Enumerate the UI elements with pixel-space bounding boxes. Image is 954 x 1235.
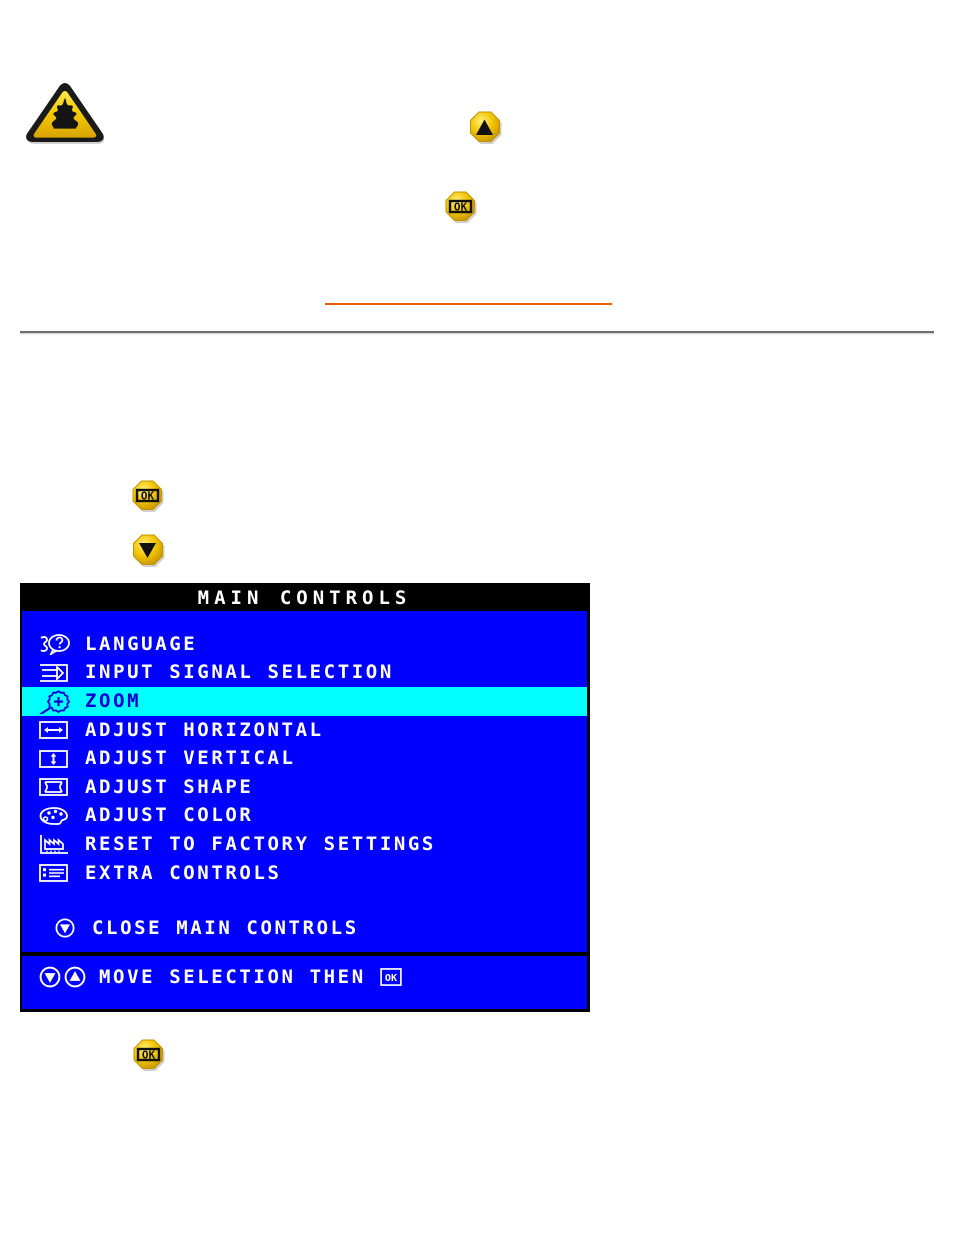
osd-item-label: ADJUST VERTICAL [85, 747, 296, 770]
osd-item-label: LANGUAGE [85, 632, 198, 655]
osd-item-adjust-color[interactable]: ADJUST COLOR [22, 802, 587, 831]
up-arrow-icon [64, 966, 86, 988]
up-arrow-button-icon[interactable] [467, 110, 503, 146]
ok-icon: OK [380, 967, 402, 987]
svg-text:OK: OK [454, 201, 468, 214]
osd-item-label: RESET TO FACTORY SETTINGS [85, 832, 436, 855]
svg-text:OK: OK [385, 973, 398, 984]
ok-button-icon[interactable]: OK [130, 479, 165, 514]
osd-item-label: ADJUST HORIZONTAL [85, 718, 324, 741]
osd-title: MAIN CONTROLS [197, 586, 412, 609]
osd-item-zoom[interactable]: ZOOM [22, 687, 587, 716]
extra-controls-icon [38, 862, 76, 884]
down-arrow-icon [54, 917, 80, 939]
osd-item-adjust-horizontal[interactable]: ADJUST HORIZONTAL [22, 716, 587, 745]
osd-close-label: CLOSE MAIN CONTROLS [92, 916, 359, 939]
osd-footer-hint: MOVE SELECTION THEN OK [22, 956, 587, 998]
osd-item-adjust-shape[interactable]: ADJUST SHAPE [22, 773, 587, 802]
osd-titlebar: MAIN CONTROLS [22, 585, 587, 611]
osd-footer-label: MOVE SELECTION THEN [99, 965, 366, 988]
osd-spacer [22, 887, 587, 913]
ok-button-icon[interactable]: OK [443, 190, 478, 225]
osd-item-adjust-vertical[interactable]: ADJUST VERTICAL [22, 744, 587, 773]
osd-item-extra-controls[interactable]: EXTRA CONTROLS [22, 859, 587, 888]
down-arrow-icon [39, 966, 61, 988]
osd-item-label: ADJUST COLOR [85, 804, 254, 827]
input-signal-icon [38, 662, 76, 684]
osd-item-language[interactable]: LANGUAGE [22, 630, 587, 659]
osd-item-input-signal-selection[interactable]: INPUT SIGNAL SELECTION [22, 659, 587, 688]
osd-menu-list: LANGUAGE INPUT SIGNAL SELECTION ZOOM ADJ… [22, 611, 587, 952]
osd-item-reset-to-factory-settings[interactable]: RESET TO FACTORY SETTINGS [22, 830, 587, 859]
zoom-icon [38, 690, 76, 715]
osd-item-label: INPUT SIGNAL SELECTION [85, 661, 394, 684]
orange-separator-line [325, 303, 612, 305]
adjust-vertical-icon [38, 748, 76, 770]
svg-text:OK: OK [141, 490, 155, 503]
adjust-horizontal-icon [38, 719, 76, 741]
language-icon [38, 633, 76, 656]
page-divider-shadow [20, 333, 934, 335]
adjust-shape-icon [38, 776, 76, 798]
factory-reset-icon [38, 833, 76, 855]
down-arrow-button-icon[interactable] [130, 533, 166, 569]
osd-footer-arrow-icons [38, 965, 87, 989]
ok-button-icon[interactable]: OK [131, 1038, 166, 1073]
osd-item-label: ADJUST SHAPE [85, 775, 254, 798]
osd-main-controls-panel: MAIN CONTROLS LANGUAGE INPUT SIGNAL SELE… [20, 583, 590, 1012]
adjust-color-icon [38, 805, 76, 827]
osd-item-label: EXTRA CONTROLS [85, 861, 282, 884]
warning-triangle-icon [22, 80, 108, 144]
svg-text:OK: OK [142, 1049, 156, 1062]
osd-item-label: ZOOM [85, 689, 142, 712]
osd-item-close-main-controls[interactable]: CLOSE MAIN CONTROLS [22, 913, 587, 943]
